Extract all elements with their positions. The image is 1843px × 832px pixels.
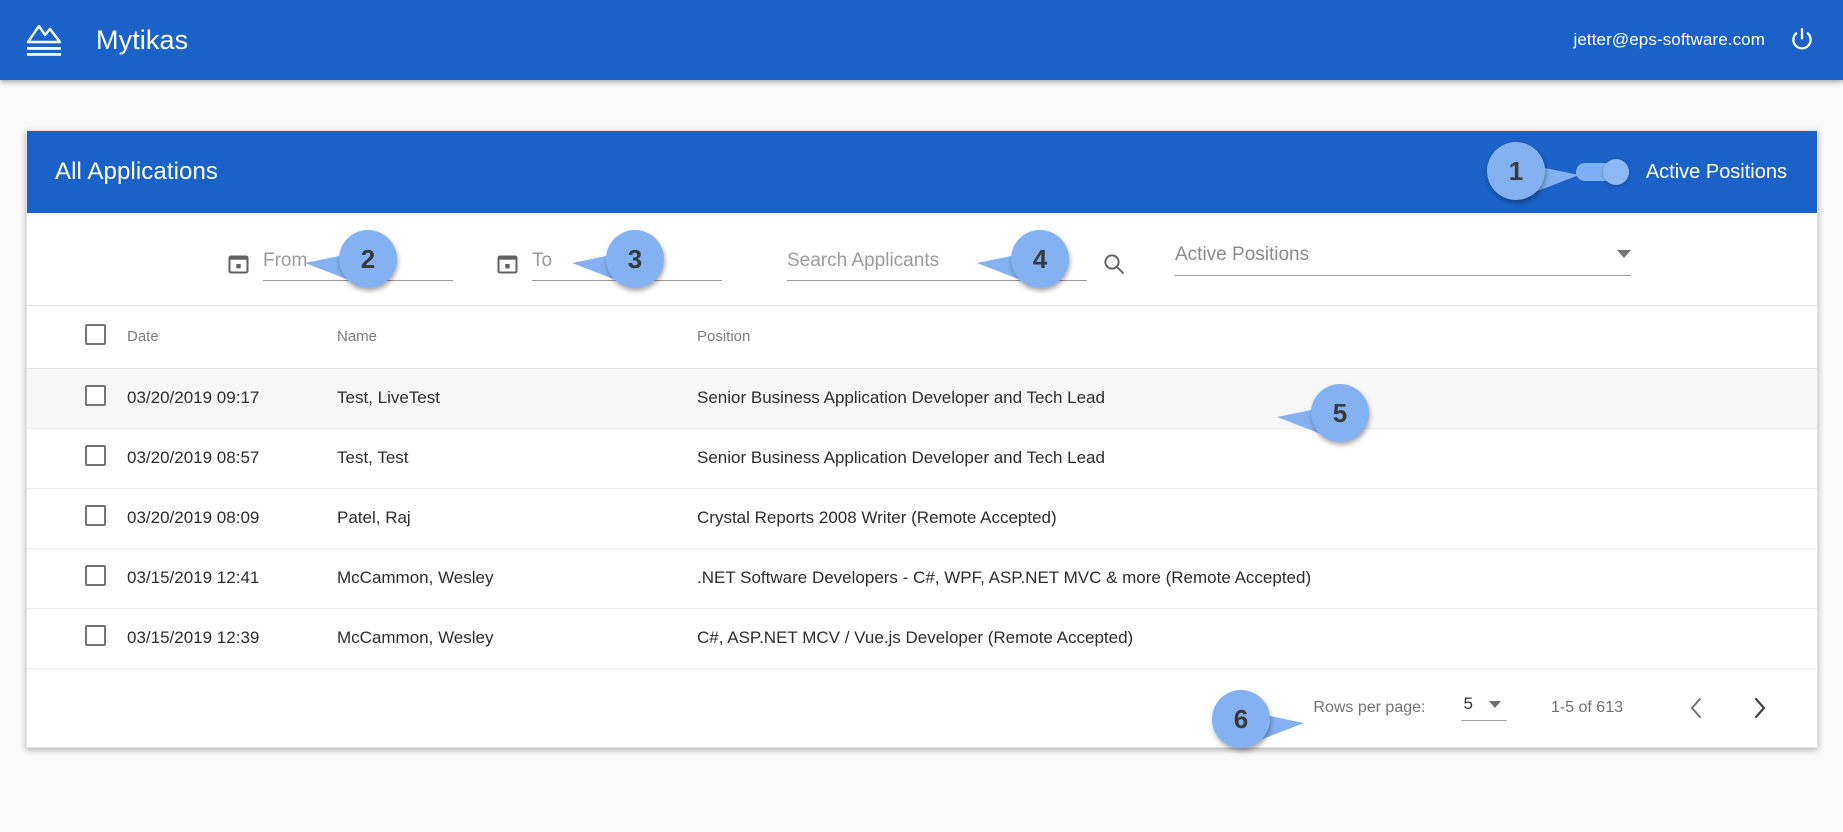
positions-select-field[interactable]: Active Positions (1175, 243, 1631, 276)
brand-title: Mytikas (96, 24, 189, 55)
table-header: Date Name Position (27, 306, 1817, 369)
cell-name: McCammon, Wesley (337, 548, 697, 609)
user-email: jetter@eps-software.com (1573, 30, 1765, 49)
row-checkbox-cell (27, 428, 127, 489)
select-all-checkbox[interactable] (85, 324, 106, 346)
select-all-header (27, 306, 127, 369)
calendar-icon[interactable] (227, 252, 249, 274)
row-checkbox-cell (27, 548, 127, 609)
rows-per-page-value: 5 (1463, 694, 1473, 713)
positions-select-value: Active Positions (1175, 244, 1310, 265)
callout-badge-3: 3 (572, 230, 664, 288)
callout-badge-1: 1 (1487, 142, 1579, 200)
cell-name: McCammon, Wesley (337, 608, 697, 669)
callout-bubble: 4 (1011, 230, 1069, 288)
calendar-icon[interactable] (496, 252, 518, 274)
row-checkbox-cell (27, 488, 127, 549)
callout-number: 5 (1332, 398, 1348, 428)
cell-position: C#, ASP.NET MCV / Vue.js Developer (Remo… (697, 608, 1817, 669)
cell-position: Senior Business Application Developer an… (697, 428, 1817, 489)
column-header-date[interactable]: Date (127, 306, 337, 369)
callout-bubble: 5 (1311, 384, 1369, 442)
callout-badge-4: 4 (977, 230, 1069, 288)
callout-number: 3 (627, 244, 643, 274)
callout-bubble: 2 (339, 230, 397, 288)
cell-date: 03/15/2019 12:41 (127, 548, 337, 609)
cell-position: Senior Business Application Developer an… (697, 368, 1817, 429)
cell-position: Crystal Reports 2008 Writer (Remote Acce… (697, 488, 1817, 549)
callout-badge-5: 5 (1277, 384, 1369, 442)
row-checkbox[interactable] (85, 445, 106, 466)
callout-bubble: 1 (1487, 142, 1545, 200)
search-applicants-field[interactable] (787, 237, 1127, 281)
page-range-label: 1-5 of 613 (1550, 698, 1623, 716)
active-positions-toggle-label: Active Positions (1645, 160, 1787, 183)
page-title: All Applications (55, 158, 219, 185)
power-icon[interactable] (1787, 25, 1817, 55)
cell-date: 03/15/2019 12:39 (127, 608, 337, 669)
app-page: Mytikas jetter@eps-software.com All Appl… (0, 0, 1843, 832)
cell-position: .NET Software Developers - C#, WPF, ASP.… (697, 548, 1817, 609)
cell-name: Patel, Raj (337, 488, 697, 549)
table-row[interactable]: 03/20/2019 08:09 Patel, Raj Crystal Repo… (27, 488, 1817, 549)
callout-number: 6 (1233, 704, 1249, 734)
filter-bar: Active Positions (27, 213, 1817, 306)
column-header-name[interactable]: Name (337, 306, 697, 369)
callout-bubble: 3 (606, 230, 664, 288)
chevron-down-icon (1617, 250, 1631, 258)
callout-badge-2: 2 (305, 230, 397, 288)
cell-name: Test, Test (337, 428, 697, 489)
row-checkbox[interactable] (85, 385, 106, 406)
callout-number: 4 (1032, 244, 1048, 274)
applications-card: All Applications Active Positions From T… (26, 130, 1818, 748)
table-row[interactable]: 03/20/2019 09:17 Test, LiveTest Senior B… (27, 368, 1817, 429)
paginator: Rows per page: 5 1-5 of 613 (27, 668, 1817, 747)
rows-per-page-label: Rows per page: (1313, 698, 1426, 716)
appbar-right-group: jetter@eps-software.com (1573, 25, 1817, 55)
callout-bubble: 6 (1212, 690, 1270, 748)
next-page-button[interactable] (1739, 688, 1779, 728)
callout-number: 2 (360, 244, 376, 274)
active-positions-toggle[interactable] (1575, 159, 1629, 185)
previous-page-button[interactable] (1677, 688, 1717, 728)
row-checkbox[interactable] (85, 565, 106, 586)
table-row[interactable]: 03/20/2019 08:57 Test, Test Senior Busin… (27, 428, 1817, 489)
row-checkbox-cell (27, 368, 127, 429)
cell-date: 03/20/2019 08:57 (127, 428, 337, 489)
cell-name: Test, LiveTest (337, 368, 697, 429)
table-row[interactable]: 03/15/2019 12:41 McCammon, Wesley .NET S… (27, 548, 1817, 609)
chevron-down-icon (1488, 700, 1501, 708)
column-header-position[interactable]: Position (697, 306, 1817, 369)
callout-number: 1 (1508, 156, 1524, 186)
row-checkbox[interactable] (85, 505, 106, 526)
cell-date: 03/20/2019 08:09 (127, 488, 337, 549)
table-body: 03/20/2019 09:17 Test, LiveTest Senior B… (27, 368, 1817, 669)
table-header-row: Date Name Position (27, 306, 1817, 369)
table-row[interactable]: 03/15/2019 12:39 McCammon, Wesley C#, AS… (27, 608, 1817, 669)
search-icon[interactable] (1101, 251, 1127, 277)
positions-select[interactable]: Active Positions (1175, 243, 1631, 276)
applications-table: Date Name Position 03/20/2019 09:17 Test… (27, 306, 1817, 669)
card-header-right: Active Positions (1575, 159, 1787, 185)
toggle-knob (1602, 159, 1629, 185)
row-checkbox[interactable] (85, 625, 106, 646)
callout-badge-6: 6 (1212, 690, 1304, 748)
row-checkbox-cell (27, 608, 127, 669)
app-bar: Mytikas jetter@eps-software.com (0, 0, 1843, 80)
cell-date: 03/20/2019 09:17 (127, 368, 337, 429)
mountain-logo-icon (23, 19, 65, 61)
rows-per-page-select[interactable]: 5 (1461, 694, 1507, 721)
